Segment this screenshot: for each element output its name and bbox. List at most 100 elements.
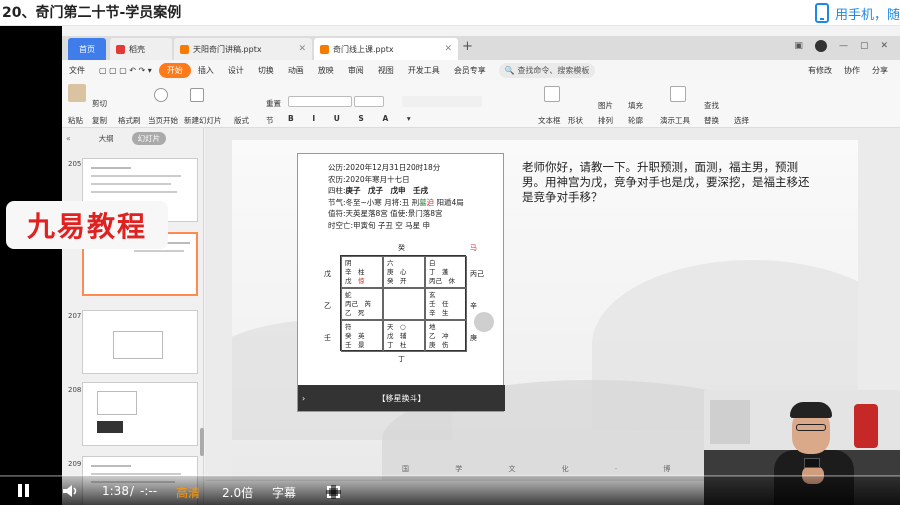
minimize-icon[interactable]: — [839, 41, 848, 51]
menu-developer[interactable]: 开发工具 [401, 65, 447, 76]
play-from-current-button[interactable]: 当页开始 [148, 115, 178, 126]
menu-file[interactable]: 文件 [62, 65, 92, 76]
watch-on-phone-link[interactable]: 用手机，随 [814, 0, 900, 26]
watch-on-phone-label: 用手机，随 [834, 7, 900, 23]
pptx-file-icon [320, 44, 329, 54]
shape-button[interactable]: 形状 [568, 115, 583, 126]
picture-button[interactable]: 图片 [598, 100, 613, 111]
menu-home[interactable]: 开始 [158, 62, 191, 78]
menu-right-group: 有修改 协作 分享 [808, 65, 900, 76]
font-family-select[interactable] [288, 96, 352, 107]
cut-button[interactable]: 剪切 [92, 98, 107, 109]
close-window-icon[interactable]: ✕ [880, 41, 888, 51]
reset-button[interactable]: 重置 [266, 98, 281, 109]
cam-shelf [710, 400, 750, 444]
docer-icon [116, 44, 125, 54]
presenter-tools-button[interactable]: 演示工具 [660, 115, 690, 126]
tab-document-2[interactable]: 奇门线上课.pptx ✕ [314, 38, 458, 60]
menu-slideshow[interactable]: 放映 [311, 65, 341, 76]
menu-member[interactable]: 会员专享 [447, 65, 493, 76]
play-icon[interactable] [154, 88, 168, 102]
grid-left-label: 壬 [324, 334, 331, 342]
slide-thumbnail[interactable] [82, 310, 198, 374]
new-tab-plus-icon[interactable]: + [462, 39, 473, 54]
presenter-glasses [796, 424, 826, 431]
layout-button[interactable]: 版式 [234, 115, 249, 126]
menu-bar: 文件 ▢ ▢ ▢ ↶ ↷ ▾ 开始 插入 设计 切换 动画 放映 审阅 视图 开… [62, 60, 900, 80]
expand-arrow-icon[interactable]: › [302, 394, 305, 403]
close-icon[interactable]: ✕ [444, 44, 452, 54]
tab-docer[interactable]: 稻壳 [110, 38, 172, 60]
screen-root: 20、奇门第二十节-学员案例 用手机，随 首页 稻壳 天阳奇门讲稿.pptx ✕… [0, 0, 900, 505]
font-size-select[interactable] [354, 96, 384, 107]
share-button[interactable]: 分享 [872, 65, 888, 76]
video-letterbox-left [0, 26, 62, 505]
paragraph-buttons[interactable] [402, 96, 482, 107]
void-time: 时空亡:甲寅旬 子丑 空 马星 申 [328, 220, 431, 230]
ribbon-toolbar: 粘贴 剪切 复制 格式刷 当页开始 新建幻灯片 版式 节 重置 B I U S … [62, 80, 900, 128]
command-search[interactable]: 🔍 查找命令、搜索模板 [498, 62, 596, 78]
phone-icon [814, 3, 829, 23]
textbox-icon[interactable] [544, 86, 560, 102]
menu-insert[interactable]: 插入 [191, 65, 221, 76]
thumbnail-number: 207 [68, 312, 82, 320]
palace-cell: 六 庚 心 癸 开 [383, 256, 425, 288]
thumbnail-number: 209 [68, 460, 82, 468]
maximize-icon[interactable]: ▢ [860, 41, 869, 51]
solar-term: 节气:冬至~小寒 月将:丑 刑墓迫 阳遁4局 [328, 197, 464, 207]
select-button[interactable]: 选择 [734, 115, 749, 126]
video-title-bar: 20、奇门第二十节-学员案例 用手机，随 [0, 0, 900, 26]
pause-icon[interactable] [18, 484, 30, 497]
section-button[interactable]: 节 [266, 115, 274, 126]
thumbnail-number: 205 [68, 160, 82, 168]
thumb-chart [113, 331, 163, 359]
thumb-chart [97, 391, 137, 415]
menu-animation[interactable]: 动画 [281, 65, 311, 76]
four-pillars: 四柱:庚子 戊子 戊申 壬戌 [328, 186, 429, 195]
palace-cell: 天 ○ 戊 辅 丁 杜 [383, 320, 425, 352]
quick-access-icons[interactable]: ▢ ▢ ▢ ↶ ↷ ▾ [92, 66, 159, 75]
copy-button[interactable]: 复制 [92, 115, 107, 126]
move-star-button[interactable]: › 【移星换斗】 [298, 385, 505, 411]
format-painter-button[interactable]: 格式刷 [118, 115, 141, 126]
user-avatar[interactable] [814, 40, 827, 52]
menu-design[interactable]: 设计 [221, 65, 251, 76]
palace-cell: 地 乙 冲 庚 伤 [425, 320, 467, 352]
presenter-tools-icon[interactable] [670, 86, 686, 102]
gregorian-date: 公历:2020年12月31日20时18分 [328, 163, 441, 172]
menu-view[interactable]: 视图 [371, 65, 401, 76]
quality-button[interactable]: 高清 [176, 484, 200, 501]
text-format-buttons[interactable]: B I U S A ▾ [288, 114, 419, 123]
pptx-file-icon [180, 44, 189, 54]
tab-slides[interactable]: 幻灯片 [131, 131, 167, 145]
find-button[interactable]: 查找 [704, 100, 719, 111]
fill-button[interactable]: 填充 [628, 100, 643, 111]
arrange-button[interactable]: 排列 [598, 115, 613, 126]
textbox-button[interactable]: 文本框 [538, 115, 561, 126]
menu-review[interactable]: 审阅 [341, 65, 371, 76]
slide-thumbnail[interactable] [82, 382, 198, 446]
paste-button[interactable]: 粘贴 [68, 115, 83, 126]
menu-transition[interactable]: 切换 [251, 65, 281, 76]
layout-icon[interactable]: ▣ [794, 41, 803, 51]
close-icon[interactable]: ✕ [298, 44, 306, 54]
tab-document-1[interactable]: 天阳奇门讲稿.pptx ✕ [174, 38, 312, 60]
new-slide-icon[interactable] [190, 88, 204, 102]
outline-button[interactable]: 轮廓 [628, 115, 643, 126]
collaborate-button[interactable]: 协作 [844, 65, 860, 76]
thumb-text-line [91, 175, 181, 177]
paste-icon[interactable] [68, 84, 86, 102]
volume-icon[interactable] [63, 485, 79, 497]
subtitle-button[interactable]: 字幕 [272, 484, 296, 501]
thumbnail-scrollbar[interactable] [200, 428, 204, 456]
tab-home[interactable]: 首页 [68, 38, 106, 60]
tab-outline[interactable]: 大纲 [99, 133, 114, 144]
collapse-panel-icon[interactable]: « [66, 134, 71, 143]
modified-indicator[interactable]: 有修改 [808, 65, 832, 76]
replace-button[interactable]: 替换 [704, 115, 719, 126]
thumb-text-line [91, 167, 131, 169]
pointer-highlight [474, 312, 494, 332]
new-slide-button[interactable]: 新建幻灯片 [184, 115, 222, 126]
fullscreen-icon[interactable] [326, 485, 341, 499]
speed-button[interactable]: 2.0倍 [222, 484, 253, 501]
